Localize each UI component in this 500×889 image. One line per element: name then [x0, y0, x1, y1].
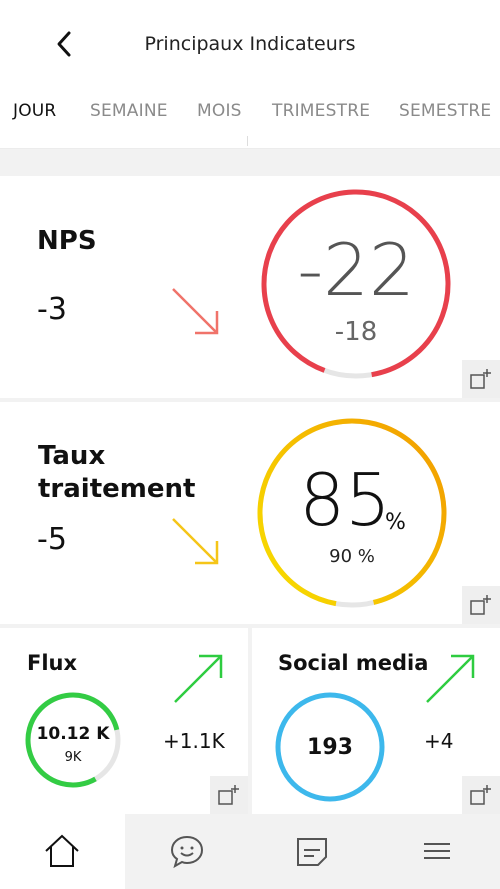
nav-menu[interactable]	[375, 814, 500, 889]
nav-home[interactable]	[0, 814, 125, 889]
taux-traitement-card[interactable]: Taux traitement -5 85 % 90 %	[0, 402, 500, 624]
add-widget-icon	[218, 785, 239, 805]
nps-title: NPS	[37, 226, 97, 256]
home-icon	[45, 834, 79, 867]
flux-delta: +1.1K	[163, 729, 225, 753]
bottom-navigation	[0, 814, 500, 889]
add-widget-button[interactable]	[210, 776, 248, 814]
period-tabs: JOUR SEMAINE MOIS TRIMESTRE SEMESTRE	[0, 88, 500, 149]
flux-reference: 9K	[64, 750, 82, 765]
taux-value: 85	[299, 458, 391, 542]
nps-delta: -3	[37, 292, 67, 327]
nps-reference: -18	[334, 317, 378, 347]
tab-trimestre[interactable]: TRIMESTRE	[272, 101, 370, 121]
taux-unit: %	[385, 510, 406, 535]
add-widget-icon	[470, 369, 491, 389]
social-delta: +4	[424, 729, 454, 753]
add-widget-icon	[470, 785, 491, 805]
add-widget-button[interactable]	[462, 586, 500, 624]
report-icon	[297, 838, 327, 866]
tab-semaine[interactable]: SEMAINE	[90, 101, 168, 121]
nps-card[interactable]: NPS -3 -22 -18	[0, 176, 500, 398]
social-value: 193	[307, 735, 353, 760]
flux-value: 10.12 K	[36, 724, 110, 744]
trend-up-arrow-icon	[174, 654, 223, 703]
chat-icon	[170, 835, 204, 869]
tab-jour[interactable]: JOUR	[13, 101, 56, 121]
tab-divider	[247, 136, 248, 146]
menu-icon	[424, 843, 450, 859]
nav-reports[interactable]	[250, 814, 375, 889]
social-title: Social media	[278, 651, 429, 675]
add-widget-button[interactable]	[462, 776, 500, 814]
trend-down-arrow-icon	[172, 518, 219, 565]
flux-title: Flux	[27, 651, 78, 675]
nav-chat[interactable]	[125, 814, 250, 889]
tab-semestre[interactable]: SEMESTRE	[399, 101, 491, 121]
nps-value: -22	[297, 228, 415, 312]
trend-up-arrow-icon	[426, 654, 475, 703]
taux-delta: -5	[37, 522, 67, 557]
taux-title-line2: traitement	[38, 474, 196, 504]
trend-down-arrow-icon	[172, 288, 219, 335]
page-title: Principaux Indicateurs	[144, 33, 356, 55]
add-widget-button[interactable]	[462, 360, 500, 398]
taux-title-line1: Taux	[38, 441, 106, 471]
social-media-card[interactable]: Social media 193 +4	[252, 628, 500, 814]
tab-mois[interactable]: MOIS	[197, 101, 242, 121]
app-header: Principaux Indicateurs	[0, 0, 500, 88]
add-widget-icon	[470, 595, 491, 615]
taux-reference: 90 %	[329, 546, 375, 567]
flux-card[interactable]: Flux 10.12 K 9K +1.1K	[0, 628, 248, 814]
